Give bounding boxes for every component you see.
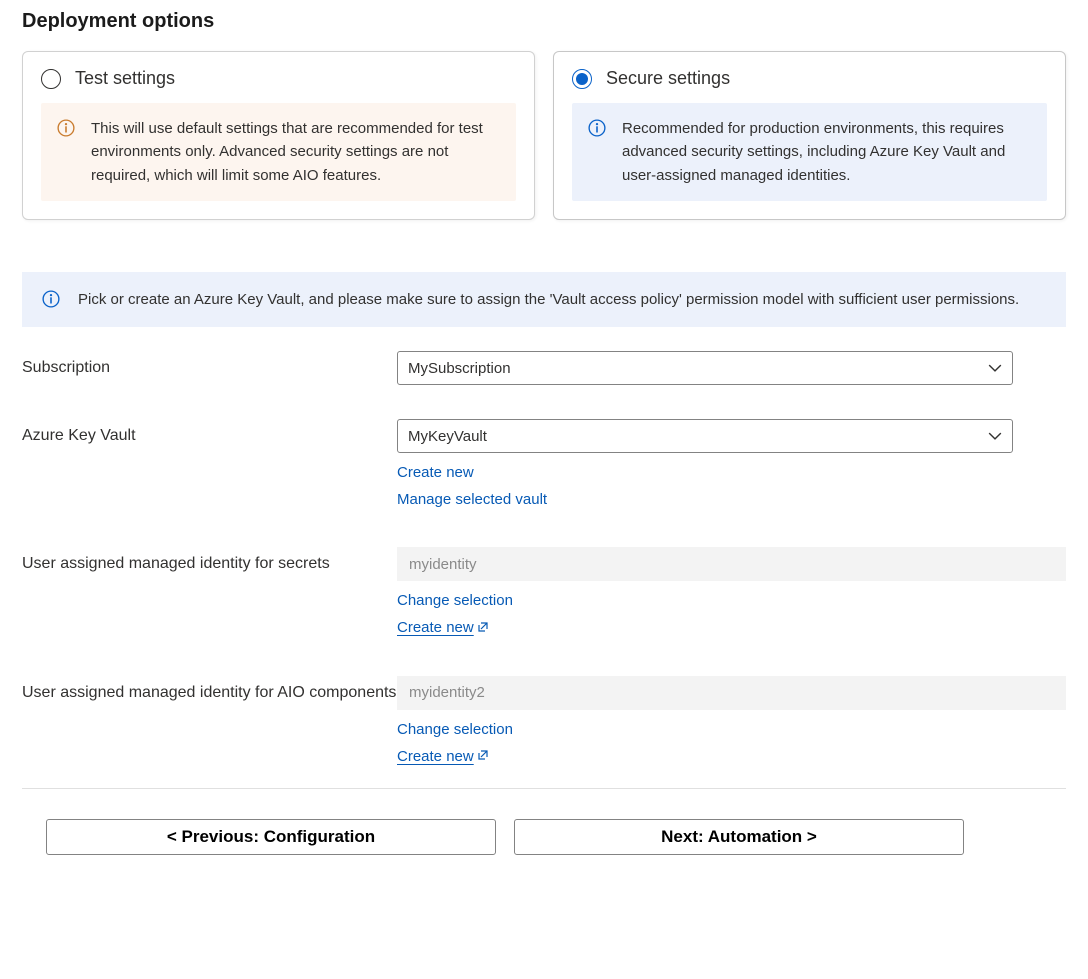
identity-aio-change-link[interactable]: Change selection [397, 716, 513, 743]
identity-secrets-create-link[interactable]: Create new [397, 614, 489, 642]
subscription-select[interactable]: MySubscription [397, 351, 1013, 385]
identity-aio-field: myidentity2 [397, 676, 1066, 710]
info-box-secure: Recommended for production environments,… [572, 103, 1047, 201]
identity-secrets-label: User assigned managed identity for secre… [22, 547, 397, 575]
keyvault-create-new-link[interactable]: Create new [397, 459, 474, 486]
identity-secrets-field: myidentity [397, 547, 1066, 581]
info-icon [42, 290, 60, 308]
info-text-test: This will use default settings that are … [91, 117, 500, 187]
option-title-test: Test settings [75, 68, 175, 89]
keyvault-banner: Pick or create an Azure Key Vault, and p… [22, 272, 1066, 327]
radio-secure-settings[interactable] [572, 69, 592, 89]
previous-button[interactable]: < Previous: Configuration [46, 819, 496, 855]
banner-text: Pick or create an Azure Key Vault, and p… [78, 288, 1019, 311]
info-text-secure: Recommended for production environments,… [622, 117, 1031, 187]
keyvault-select[interactable]: MyKeyVault [397, 419, 1013, 453]
external-link-icon [477, 743, 489, 770]
identity-secrets-change-link[interactable]: Change selection [397, 587, 513, 614]
chevron-down-icon [988, 429, 1002, 443]
deployment-options-row: Test settings This will use default sett… [22, 51, 1066, 220]
next-button[interactable]: Next: Automation > [514, 819, 964, 855]
page-title: Deployment options [22, 10, 1066, 33]
external-link-icon [477, 615, 489, 642]
subscription-value: MySubscription [408, 360, 511, 377]
info-icon [588, 119, 606, 137]
radio-test-settings[interactable] [41, 69, 61, 89]
option-card-secure-settings[interactable]: Secure settings Recommended for producti… [553, 51, 1066, 220]
keyvault-value: MyKeyVault [408, 428, 487, 445]
identity-aio-label: User assigned managed identity for AIO c… [22, 676, 397, 704]
divider [22, 788, 1066, 789]
option-title-secure: Secure settings [606, 68, 730, 89]
info-icon [57, 119, 75, 137]
subscription-label: Subscription [22, 351, 397, 379]
option-card-test-settings[interactable]: Test settings This will use default sett… [22, 51, 535, 220]
keyvault-manage-link[interactable]: Manage selected vault [397, 486, 547, 513]
info-box-test: This will use default settings that are … [41, 103, 516, 201]
identity-aio-create-link[interactable]: Create new [397, 743, 489, 771]
keyvault-label: Azure Key Vault [22, 419, 397, 447]
chevron-down-icon [988, 361, 1002, 375]
